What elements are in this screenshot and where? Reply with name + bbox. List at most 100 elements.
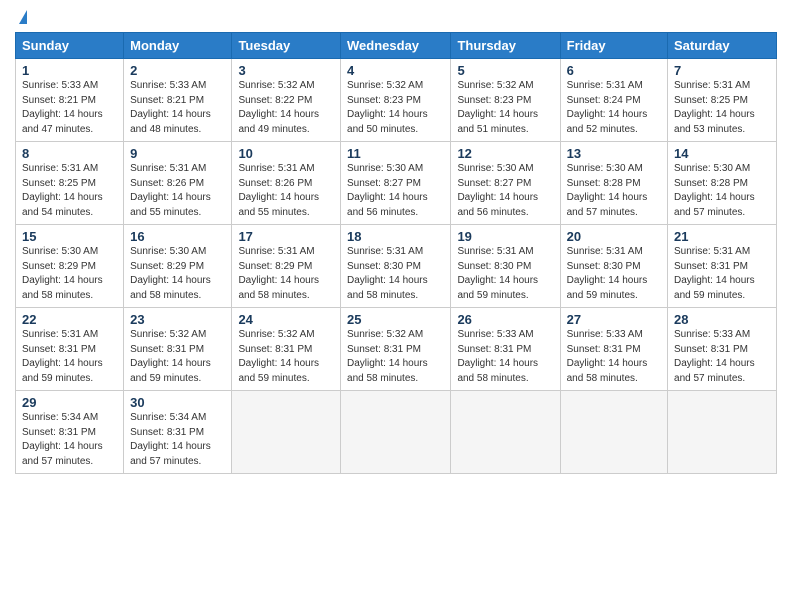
calendar-cell xyxy=(232,391,341,474)
day-info: Sunrise: 5:31 AMSunset: 8:30 PMDaylight:… xyxy=(457,245,553,303)
page: SundayMondayTuesdayWednesdayThursdayFrid… xyxy=(0,0,792,612)
day-number: 7 xyxy=(674,63,770,78)
week-row-1: 1Sunrise: 5:33 AMSunset: 8:21 PMDaylight… xyxy=(16,59,777,142)
day-info: Sunrise: 5:33 AMSunset: 8:21 PMDaylight:… xyxy=(130,79,225,137)
calendar-cell: 14Sunrise: 5:30 AMSunset: 8:28 PMDayligh… xyxy=(668,142,777,225)
day-info: Sunrise: 5:30 AMSunset: 8:28 PMDaylight:… xyxy=(567,162,661,220)
calendar-header-row: SundayMondayTuesdayWednesdayThursdayFrid… xyxy=(16,33,777,59)
day-number: 10 xyxy=(238,146,334,161)
day-info: Sunrise: 5:32 AMSunset: 8:23 PMDaylight:… xyxy=(347,79,444,137)
day-number: 2 xyxy=(130,63,225,78)
calendar-cell: 23Sunrise: 5:32 AMSunset: 8:31 PMDayligh… xyxy=(124,308,232,391)
day-number: 13 xyxy=(567,146,661,161)
calendar-cell xyxy=(560,391,667,474)
calendar-cell: 26Sunrise: 5:33 AMSunset: 8:31 PMDayligh… xyxy=(451,308,560,391)
col-header-thursday: Thursday xyxy=(451,33,560,59)
calendar-cell: 30Sunrise: 5:34 AMSunset: 8:31 PMDayligh… xyxy=(124,391,232,474)
calendar-cell: 4Sunrise: 5:32 AMSunset: 8:23 PMDaylight… xyxy=(341,59,451,142)
day-info: Sunrise: 5:34 AMSunset: 8:31 PMDaylight:… xyxy=(130,411,225,469)
day-number: 18 xyxy=(347,229,444,244)
day-info: Sunrise: 5:31 AMSunset: 8:30 PMDaylight:… xyxy=(347,245,444,303)
day-number: 25 xyxy=(347,312,444,327)
day-info: Sunrise: 5:33 AMSunset: 8:31 PMDaylight:… xyxy=(674,328,770,386)
day-number: 16 xyxy=(130,229,225,244)
calendar-cell: 2Sunrise: 5:33 AMSunset: 8:21 PMDaylight… xyxy=(124,59,232,142)
calendar-cell: 13Sunrise: 5:30 AMSunset: 8:28 PMDayligh… xyxy=(560,142,667,225)
day-info: Sunrise: 5:32 AMSunset: 8:22 PMDaylight:… xyxy=(238,79,334,137)
day-info: Sunrise: 5:30 AMSunset: 8:29 PMDaylight:… xyxy=(130,245,225,303)
day-info: Sunrise: 5:31 AMSunset: 8:26 PMDaylight:… xyxy=(130,162,225,220)
day-number: 8 xyxy=(22,146,117,161)
day-number: 6 xyxy=(567,63,661,78)
day-number: 20 xyxy=(567,229,661,244)
calendar-cell: 12Sunrise: 5:30 AMSunset: 8:27 PMDayligh… xyxy=(451,142,560,225)
calendar-cell: 28Sunrise: 5:33 AMSunset: 8:31 PMDayligh… xyxy=(668,308,777,391)
calendar-cell xyxy=(451,391,560,474)
week-row-3: 15Sunrise: 5:30 AMSunset: 8:29 PMDayligh… xyxy=(16,225,777,308)
calendar-cell: 27Sunrise: 5:33 AMSunset: 8:31 PMDayligh… xyxy=(560,308,667,391)
col-header-tuesday: Tuesday xyxy=(232,33,341,59)
calendar-cell: 3Sunrise: 5:32 AMSunset: 8:22 PMDaylight… xyxy=(232,59,341,142)
day-number: 11 xyxy=(347,146,444,161)
day-number: 28 xyxy=(674,312,770,327)
day-number: 15 xyxy=(22,229,117,244)
day-number: 14 xyxy=(674,146,770,161)
calendar-cell xyxy=(341,391,451,474)
day-info: Sunrise: 5:30 AMSunset: 8:28 PMDaylight:… xyxy=(674,162,770,220)
calendar-cell: 29Sunrise: 5:34 AMSunset: 8:31 PMDayligh… xyxy=(16,391,124,474)
day-number: 29 xyxy=(22,395,117,410)
day-info: Sunrise: 5:31 AMSunset: 8:31 PMDaylight:… xyxy=(22,328,117,386)
day-number: 27 xyxy=(567,312,661,327)
day-info: Sunrise: 5:32 AMSunset: 8:31 PMDaylight:… xyxy=(130,328,225,386)
week-row-5: 29 Sunrise: 5:34 AMSunset: 8:31 PMDayligh… xyxy=(16,391,777,474)
logo xyxy=(15,10,27,26)
day-info: Sunrise: 5:30 AMSunset: 8:29 PMDaylight:… xyxy=(22,245,117,303)
day-number: 3 xyxy=(238,63,334,78)
day-info: Sunrise: 5:31 AMSunset: 8:25 PMDaylight:… xyxy=(674,79,770,137)
calendar-cell xyxy=(668,391,777,474)
day-info: Sunrise: 5:30 AMSunset: 8:27 PMDaylight:… xyxy=(457,162,553,220)
week-row-2: 8Sunrise: 5:31 AMSunset: 8:25 PMDaylight… xyxy=(16,142,777,225)
col-header-friday: Friday xyxy=(560,33,667,59)
calendar-cell: 11Sunrise: 5:30 AMSunset: 8:27 PMDayligh… xyxy=(341,142,451,225)
day-info: Sunrise: 5:33 AMSunset: 8:21 PMDaylight:… xyxy=(22,79,117,137)
day-number: 19 xyxy=(457,229,553,244)
day-info: Sunrise: 5:31 AMSunset: 8:25 PMDaylight:… xyxy=(22,162,117,220)
logo-triangle-icon xyxy=(19,10,27,24)
day-number: 30 xyxy=(130,395,225,410)
calendar-cell: 22Sunrise: 5:31 AMSunset: 8:31 PMDayligh… xyxy=(16,308,124,391)
day-info: Sunrise: 5:31 AMSunset: 8:29 PMDaylight:… xyxy=(238,245,334,303)
calendar-cell: 18Sunrise: 5:31 AMSunset: 8:30 PMDayligh… xyxy=(341,225,451,308)
col-header-sunday: Sunday xyxy=(16,33,124,59)
day-info: Sunrise: 5:33 AMSunset: 8:31 PMDaylight:… xyxy=(567,328,661,386)
day-info: Sunrise: 5:32 AMSunset: 8:31 PMDaylight:… xyxy=(238,328,334,386)
day-number: 17 xyxy=(238,229,334,244)
calendar-cell: 16Sunrise: 5:30 AMSunset: 8:29 PMDayligh… xyxy=(124,225,232,308)
day-info: Sunrise: 5:31 AMSunset: 8:31 PMDaylight:… xyxy=(674,245,770,303)
calendar-cell: 6Sunrise: 5:31 AMSunset: 8:24 PMDaylight… xyxy=(560,59,667,142)
calendar-cell: 15Sunrise: 5:30 AMSunset: 8:29 PMDayligh… xyxy=(16,225,124,308)
calendar-cell: 10Sunrise: 5:31 AMSunset: 8:26 PMDayligh… xyxy=(232,142,341,225)
col-header-wednesday: Wednesday xyxy=(341,33,451,59)
calendar-cell: 8Sunrise: 5:31 AMSunset: 8:25 PMDaylight… xyxy=(16,142,124,225)
day-info: Sunrise: 5:31 AMSunset: 8:26 PMDaylight:… xyxy=(238,162,334,220)
calendar-cell: 24Sunrise: 5:32 AMSunset: 8:31 PMDayligh… xyxy=(232,308,341,391)
week-row-4: 22Sunrise: 5:31 AMSunset: 8:31 PMDayligh… xyxy=(16,308,777,391)
day-number: 26 xyxy=(457,312,553,327)
day-number: 4 xyxy=(347,63,444,78)
day-number: 23 xyxy=(130,312,225,327)
day-info: Sunrise: 5:33 AMSunset: 8:31 PMDaylight:… xyxy=(457,328,553,386)
day-info: Sunrise: 5:31 AMSunset: 8:30 PMDaylight:… xyxy=(567,245,661,303)
day-number: 9 xyxy=(130,146,225,161)
calendar-cell: 19Sunrise: 5:31 AMSunset: 8:30 PMDayligh… xyxy=(451,225,560,308)
day-number: 1 xyxy=(22,63,117,78)
day-number: 5 xyxy=(457,63,553,78)
header xyxy=(15,10,777,26)
col-header-saturday: Saturday xyxy=(668,33,777,59)
day-info: Sunrise: 5:31 AMSunset: 8:24 PMDaylight:… xyxy=(567,79,661,137)
col-header-monday: Monday xyxy=(124,33,232,59)
calendar-cell: 20Sunrise: 5:31 AMSunset: 8:30 PMDayligh… xyxy=(560,225,667,308)
calendar-cell: 1Sunrise: 5:33 AMSunset: 8:21 PMDaylight… xyxy=(16,59,124,142)
calendar-cell: 25Sunrise: 5:32 AMSunset: 8:31 PMDayligh… xyxy=(341,308,451,391)
day-info: Sunrise: 5:30 AMSunset: 8:27 PMDaylight:… xyxy=(347,162,444,220)
